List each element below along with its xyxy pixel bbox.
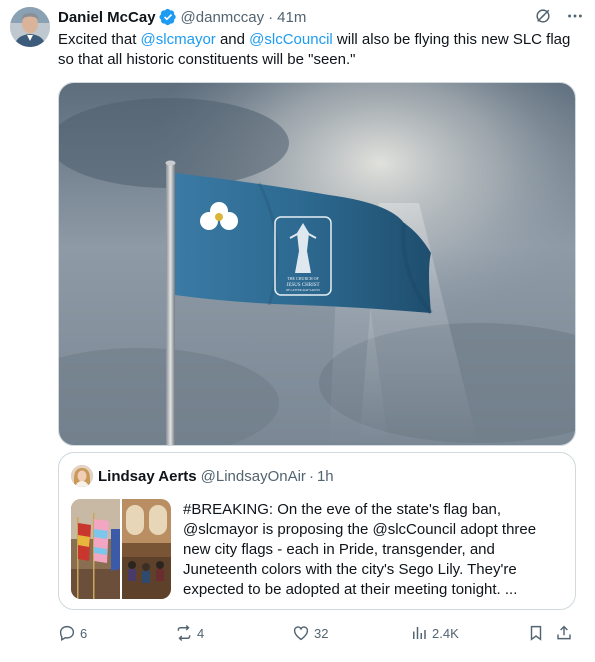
author-avatar[interactable] xyxy=(10,7,50,47)
quoted-author-handle[interactable]: @LindsayOnAir xyxy=(201,468,306,485)
like-button[interactable]: 32 xyxy=(292,622,328,644)
bookmark-icon xyxy=(530,625,542,641)
quoted-tweet-header: Lindsay Aerts @LindsayOnAir · 1h xyxy=(71,465,334,487)
mention-slcmayor-link[interactable]: @slcmayor xyxy=(141,31,216,48)
reply-button[interactable]: 6 xyxy=(58,622,87,644)
reply-count: 6 xyxy=(80,625,88,641)
quoted-image-flags[interactable] xyxy=(71,499,120,599)
views-count: 2.4K xyxy=(432,625,459,641)
quoted-author-name[interactable]: Lindsay Aerts xyxy=(98,468,197,485)
author-name[interactable]: Daniel McCay xyxy=(58,9,156,26)
bookmark-button[interactable] xyxy=(527,622,545,644)
header-separator: · xyxy=(268,8,274,26)
repost-button[interactable]: 4 xyxy=(175,622,204,644)
verified-badge-icon xyxy=(159,8,177,26)
grok-icon[interactable] xyxy=(533,6,553,26)
mention-slccouncil-link[interactable]: @slcCouncil xyxy=(249,31,333,48)
seal-line-3: OF LATTER-DAY SAINTS xyxy=(286,288,320,292)
tweet-text-part: and xyxy=(215,31,250,48)
author-handle[interactable]: @danmccay xyxy=(181,9,265,26)
share-icon xyxy=(557,625,571,640)
quoted-tweet-timestamp[interactable]: 1h xyxy=(317,468,334,485)
tweet-header: Daniel McCay @danmccay · 41m xyxy=(58,7,585,27)
quoted-tweet-text: #BREAKING: On the eve of the state's fla… xyxy=(183,501,537,598)
repost-count: 4 xyxy=(197,625,205,641)
like-heart-icon xyxy=(293,626,309,641)
views-button[interactable]: 2.4K xyxy=(410,622,459,644)
quoted-tweet[interactable]: Lindsay Aerts @LindsayOnAir · 1h #BREAKI… xyxy=(58,452,576,610)
quoted-header-separator: · xyxy=(308,467,314,485)
header-actions xyxy=(533,6,585,26)
tweet-text: Excited that @slcmayor and @slcCouncil w… xyxy=(58,30,578,70)
tweet-timestamp[interactable]: 41m xyxy=(277,9,306,26)
tweet-image[interactable]: THE CHURCH OF JESUS CHRIST OF LATTER-DAY… xyxy=(58,82,576,446)
quoted-author-avatar[interactable] xyxy=(71,465,93,487)
share-button[interactable] xyxy=(555,622,573,644)
quoted-image-chamber[interactable] xyxy=(122,499,171,599)
tweet-actions: 6 4 32 2.4K xyxy=(58,622,576,644)
tweet[interactable]: Daniel McCay @danmccay · 41m Excited tha… xyxy=(0,0,595,662)
flagpole xyxy=(166,163,175,445)
views-chart-icon xyxy=(413,627,426,639)
like-count: 32 xyxy=(314,625,329,641)
quoted-tweet-media[interactable] xyxy=(71,499,171,599)
reply-icon xyxy=(59,625,75,641)
repost-icon xyxy=(177,624,191,642)
more-options-icon[interactable] xyxy=(565,6,585,26)
seal-line-1: THE CHURCH OF xyxy=(287,276,319,281)
tweet-text-part: Excited that xyxy=(58,31,141,48)
